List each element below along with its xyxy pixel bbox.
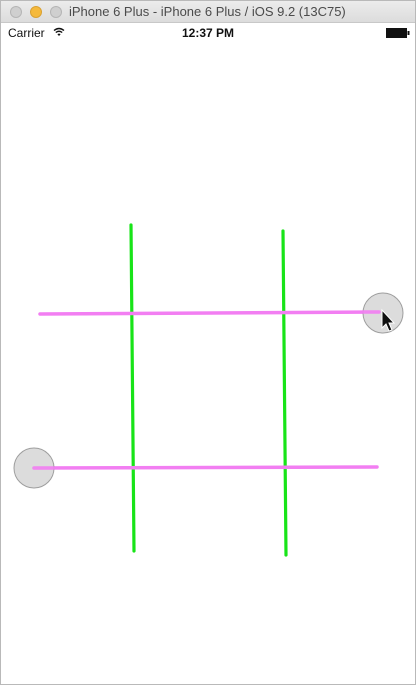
vertical-grid-line-left[interactable] bbox=[129, 223, 136, 553]
close-button[interactable] bbox=[10, 6, 22, 18]
vertical-grid-line-right[interactable] bbox=[281, 229, 288, 557]
minimize-button[interactable] bbox=[30, 6, 42, 18]
zoom-button[interactable] bbox=[50, 6, 62, 18]
tic-tac-toe-board bbox=[13, 223, 404, 557]
title-bar: iPhone 6 Plus - iPhone 6 Plus / iOS 9.2 … bbox=[1, 1, 415, 23]
simulator-window: iPhone 6 Plus - iPhone 6 Plus / iOS 9.2 … bbox=[0, 0, 416, 685]
device-screen: Carrier 12:37 PM bbox=[1, 23, 415, 684]
horizontal-grid-line-bottom[interactable] bbox=[32, 465, 379, 470]
window-title: iPhone 6 Plus - iPhone 6 Plus / iOS 9.2 … bbox=[69, 4, 346, 19]
horizontal-grid-line-top[interactable] bbox=[38, 310, 381, 316]
